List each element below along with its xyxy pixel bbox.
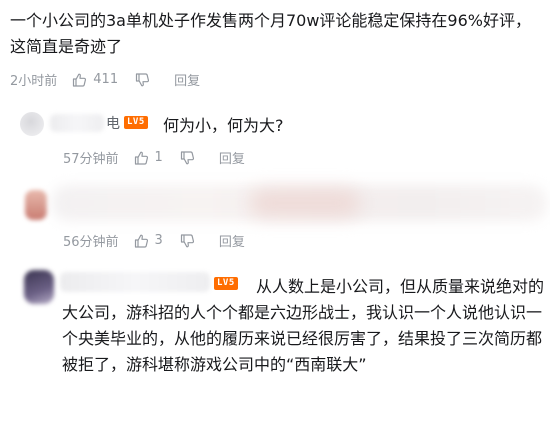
thumb-down-icon	[134, 72, 150, 88]
thumb-down-icon	[179, 150, 195, 166]
main-reply-button[interactable]: 回复	[174, 70, 200, 89]
reply2-reply-button[interactable]: 回复	[219, 231, 245, 250]
reply2-like-button[interactable]: 3	[133, 233, 163, 249]
main-comment-meta: 2小时前 411 回复	[10, 70, 200, 89]
thumb-up-icon	[133, 150, 149, 166]
reply1-meta: 57分钟前 1 回复	[63, 148, 245, 167]
reply3-content: 从人数上是小公司，但从质量来说绝对的大公司，游科招的人个个都是六边形战士，我认识…	[62, 277, 545, 374]
reply1-time: 57分钟前	[63, 152, 119, 167]
main-comment-text: 一个小公司的3a单机处子作发售两个月70w评论能稳定保持在96%好评，这简直是奇…	[10, 11, 531, 56]
avatar[interactable]	[20, 112, 44, 136]
reply1-like-count: 1	[154, 150, 163, 165]
reply1-dislike-button[interactable]	[179, 150, 195, 166]
thumb-down-icon	[179, 233, 195, 249]
main-like-count: 411	[93, 72, 119, 87]
main-comment-time: 2小时前	[10, 74, 58, 89]
thumb-up-icon	[133, 233, 149, 249]
reply2-meta: 56分钟前 3 回复	[63, 231, 245, 250]
level-badge: LV5	[124, 116, 148, 129]
reply2-like-count: 3	[154, 233, 163, 248]
main-like-button[interactable]: 411	[71, 72, 118, 88]
avatar[interactable]	[25, 190, 47, 220]
reply2-time: 56分钟前	[63, 235, 119, 250]
reply2-dislike-button[interactable]	[179, 233, 195, 249]
reply1-content: 何为小，何为大?	[163, 116, 284, 135]
main-dislike-button[interactable]	[134, 72, 150, 88]
reply1-like-button[interactable]: 1	[133, 150, 163, 166]
avatar[interactable]	[24, 270, 54, 304]
reply2-content-blurred-accent	[250, 190, 360, 216]
reply1-username-blurred	[50, 114, 104, 132]
reply1-username[interactable]: 电	[106, 113, 120, 133]
thumb-up-icon	[71, 72, 87, 88]
reply1-reply-button[interactable]: 回复	[219, 148, 245, 167]
